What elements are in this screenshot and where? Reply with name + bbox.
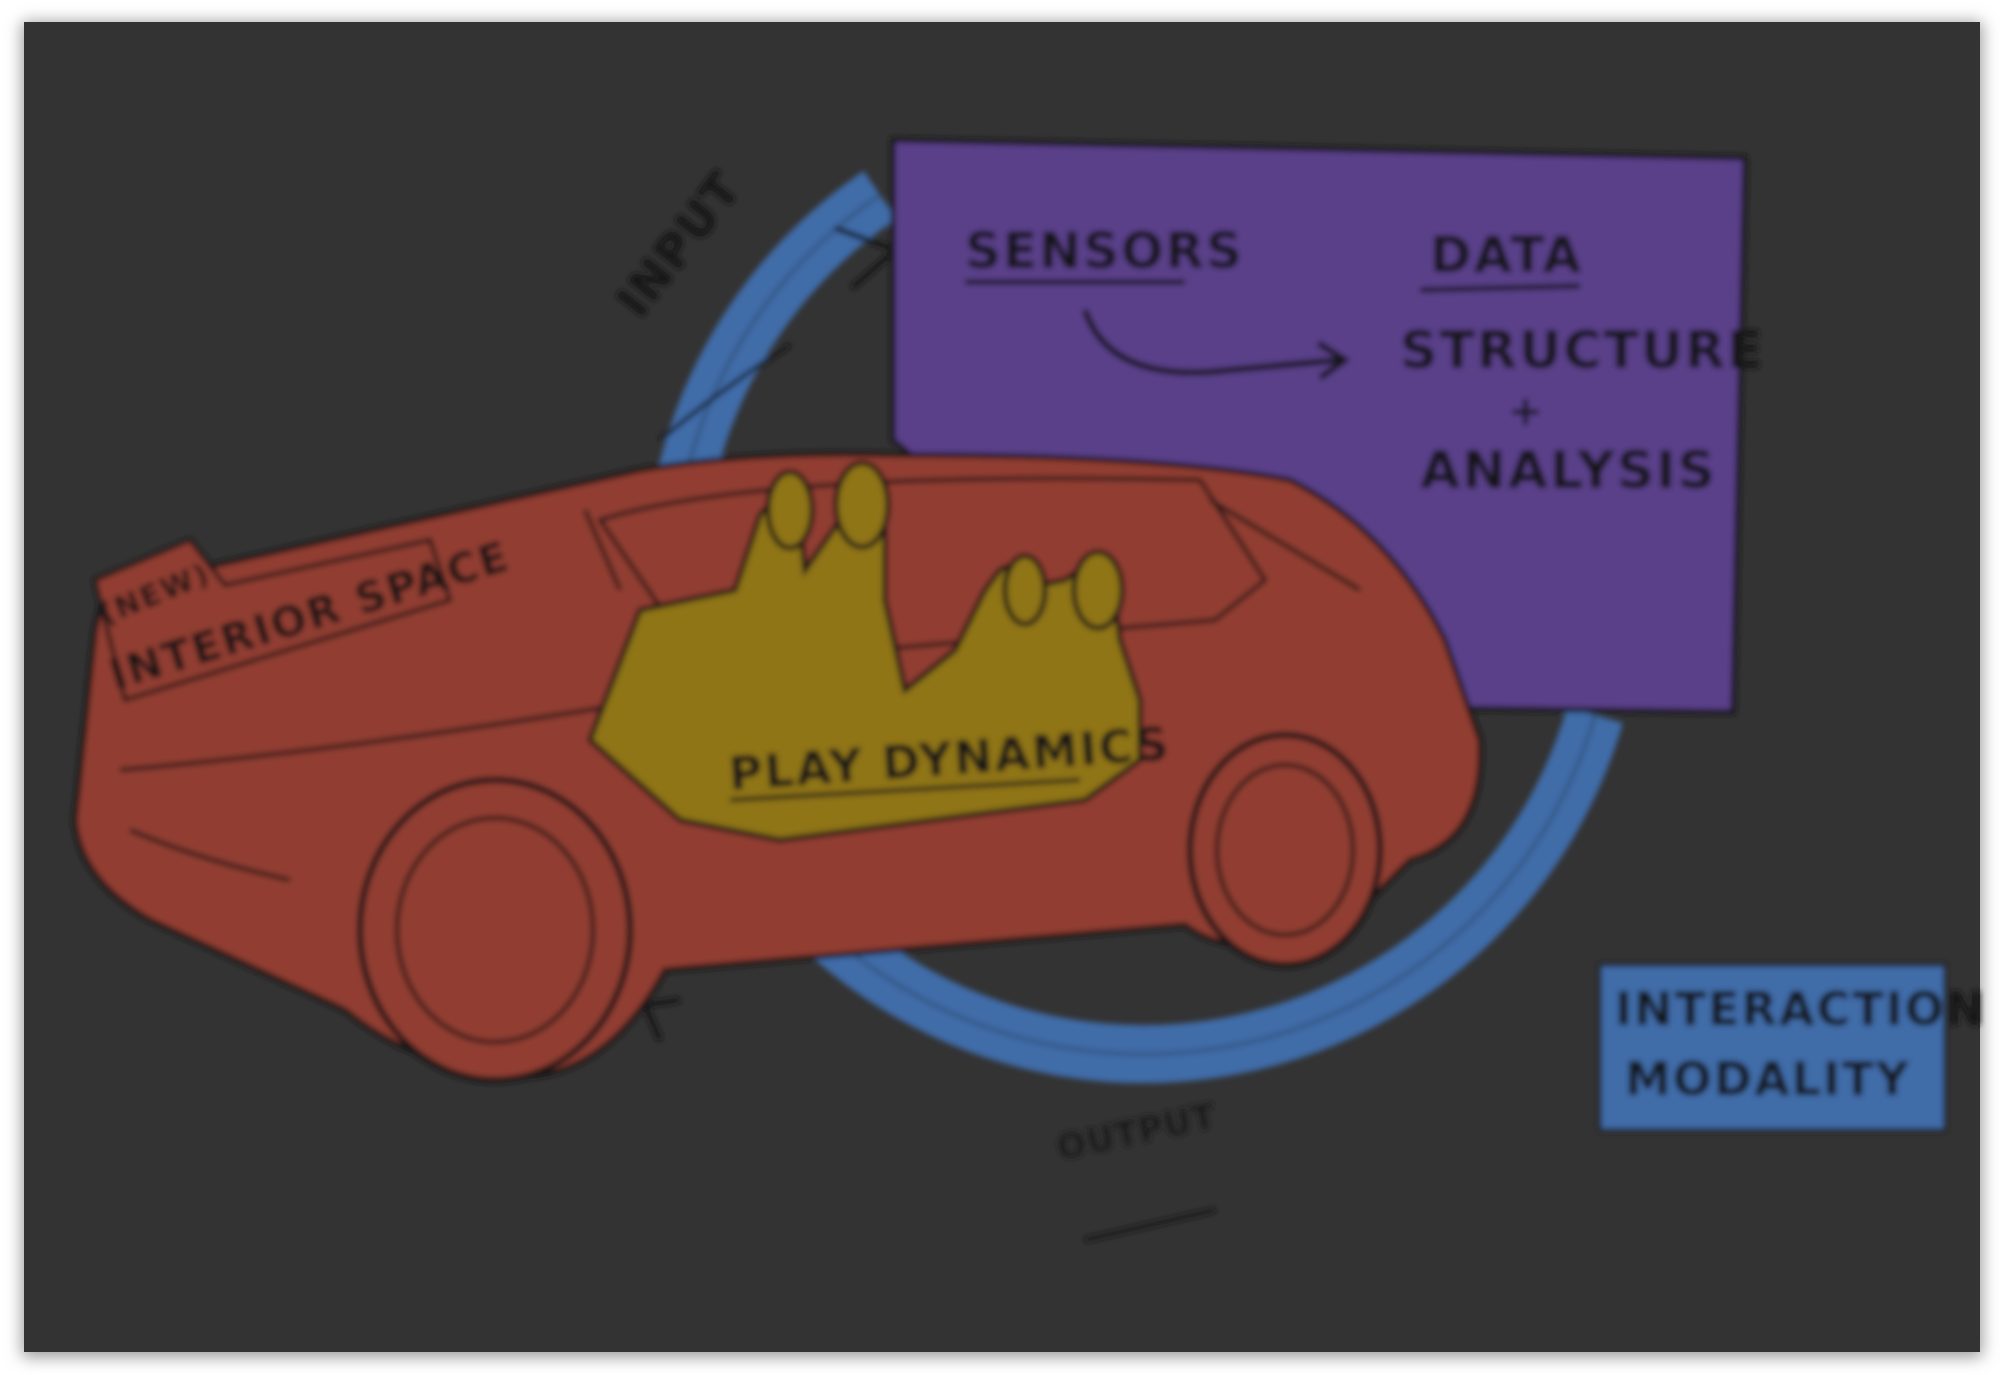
analysis-label: ANALYSIS xyxy=(1420,441,1717,501)
structure-label: STRUCTURE xyxy=(1400,321,1765,381)
diagram-canvas: INPUT OUTPUT SENSORS DATA STRUCTURE + AN… xyxy=(0,0,2000,1375)
plus-label: + xyxy=(1508,386,1545,435)
diagram-svg: INPUT OUTPUT SENSORS DATA STRUCTURE + AN… xyxy=(22,22,1986,1357)
passenger-head-3 xyxy=(1002,553,1048,627)
passenger-head-1 xyxy=(765,469,815,551)
interaction-modality-box: INTERACTION MODALITY xyxy=(1598,963,1986,1132)
front-wheel xyxy=(357,777,633,1083)
modality-label: MODALITY xyxy=(1625,1052,1911,1106)
sensors-label: SENSORS xyxy=(965,222,1244,280)
passenger-head-2 xyxy=(833,460,891,550)
interaction-label: INTERACTION xyxy=(1615,982,1986,1036)
data-label: DATA xyxy=(1430,226,1583,284)
passenger-head-4 xyxy=(1071,549,1125,631)
